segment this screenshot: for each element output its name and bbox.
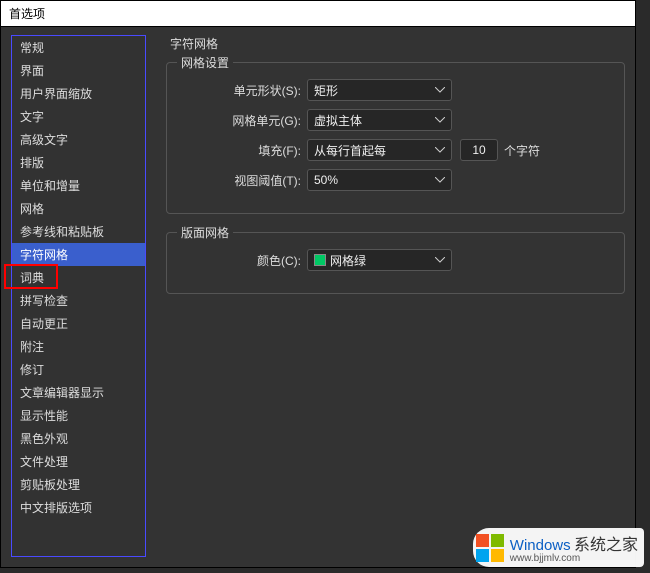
sidebar-item-units[interactable]: 单位和增量	[12, 174, 145, 197]
sidebar-item-notes[interactable]: 附注	[12, 335, 145, 358]
sidebar-item-grid[interactable]: 网格	[12, 197, 145, 220]
sidebar-item-spelling[interactable]: 拼写检查	[12, 289, 145, 312]
sidebar-item-black-look[interactable]: 黑色外观	[12, 427, 145, 450]
sidebar-item-autocorrect[interactable]: 自动更正	[12, 312, 145, 335]
watermark: Windows 系统之家 www.bjjmlv.com	[473, 528, 644, 567]
row-grid-unit: 网格单元(G): 虚拟主体	[177, 109, 614, 131]
chevron-down-icon	[435, 177, 445, 183]
grid-settings-fieldset: 网格设置 单元形状(S): 矩形 网格单元(G): 虚拟主体	[166, 62, 625, 214]
sidebar-item-typesetting[interactable]: 排版	[12, 151, 145, 174]
view-threshold-select[interactable]: 50%	[307, 169, 452, 191]
row-cell-shape: 单元形状(S): 矩形	[177, 79, 614, 101]
chevron-down-icon	[435, 87, 445, 93]
dialog-content: 常规 界面 用户界面缩放 文字 高级文字 排版 单位和增量 网格 参考线和粘贴板…	[1, 27, 635, 567]
fill-count-input[interactable]	[460, 139, 498, 161]
sidebar-item-ui-scale[interactable]: 用户界面缩放	[12, 82, 145, 105]
fill-value: 从每行首起每	[314, 142, 386, 159]
color-select[interactable]: 网格绿	[307, 249, 452, 271]
sidebar-item-interface[interactable]: 界面	[12, 59, 145, 82]
sidebar-item-display-perf[interactable]: 显示性能	[12, 404, 145, 427]
color-label: 颜色(C):	[177, 252, 307, 269]
brand-main: Windows	[510, 537, 571, 554]
sidebar-item-revisions[interactable]: 修订	[12, 358, 145, 381]
sidebar-item-dictionary[interactable]: 词典	[12, 266, 145, 289]
layout-grid-legend: 版面网格	[177, 224, 233, 241]
color-name: 网格绿	[330, 252, 366, 269]
dialog-title: 首选项	[9, 7, 45, 21]
sidebar[interactable]: 常规 界面 用户界面缩放 文字 高级文字 排版 单位和增量 网格 参考线和粘贴板…	[11, 35, 146, 557]
chevron-down-icon	[435, 117, 445, 123]
cell-shape-select[interactable]: 矩形	[307, 79, 452, 101]
chevron-down-icon	[435, 257, 445, 263]
title-bar: 首选项	[1, 1, 635, 27]
sidebar-item-char-grid[interactable]: 字符网格	[12, 243, 145, 266]
sidebar-item-general[interactable]: 常规	[12, 36, 145, 59]
row-color: 颜色(C): 网格绿	[177, 249, 614, 271]
fill-select[interactable]: 从每行首起每	[307, 139, 452, 161]
main-title: 字符网格	[166, 35, 625, 52]
grid-unit-select[interactable]: 虚拟主体	[307, 109, 452, 131]
sidebar-item-file-handling[interactable]: 文件处理	[12, 450, 145, 473]
cell-shape-label: 单元形状(S):	[177, 82, 307, 99]
view-threshold-label: 视图阈值(T):	[177, 172, 307, 189]
chevron-down-icon	[435, 147, 445, 153]
sidebar-item-cjk-comp[interactable]: 中文排版选项	[12, 496, 145, 519]
sidebar-item-article-editor[interactable]: 文章编辑器显示	[12, 381, 145, 404]
main-panel: 字符网格 网格设置 单元形状(S): 矩形 网格单元(G): 虚拟主体	[166, 35, 625, 557]
row-view-threshold: 视图阈值(T): 50%	[177, 169, 614, 191]
fill-label: 填充(F):	[177, 142, 307, 159]
windows-logo-icon	[476, 534, 504, 562]
layout-grid-fieldset: 版面网格 颜色(C): 网格绿	[166, 232, 625, 294]
preferences-dialog: 首选项 常规 界面 用户界面缩放 文字 高级文字 排版 单位和增量 网格 参考线…	[0, 0, 636, 568]
grid-unit-label: 网格单元(G):	[177, 112, 307, 129]
sidebar-item-guides[interactable]: 参考线和粘贴板	[12, 220, 145, 243]
color-swatch-icon	[314, 254, 326, 266]
grid-unit-value: 虚拟主体	[314, 112, 362, 129]
sidebar-item-clipboard[interactable]: 剪贴板处理	[12, 473, 145, 496]
fill-suffix: 个字符	[504, 142, 540, 159]
brand-sub: 系统之家	[574, 537, 638, 554]
view-threshold-value: 50%	[314, 173, 338, 187]
watermark-text: Windows 系统之家 www.bjjmlv.com	[510, 531, 638, 564]
grid-settings-legend: 网格设置	[177, 54, 233, 71]
sidebar-item-advanced-text[interactable]: 高级文字	[12, 128, 145, 151]
sidebar-item-text[interactable]: 文字	[12, 105, 145, 128]
row-fill: 填充(F): 从每行首起每 个字符	[177, 139, 614, 161]
cell-shape-value: 矩形	[314, 82, 338, 99]
